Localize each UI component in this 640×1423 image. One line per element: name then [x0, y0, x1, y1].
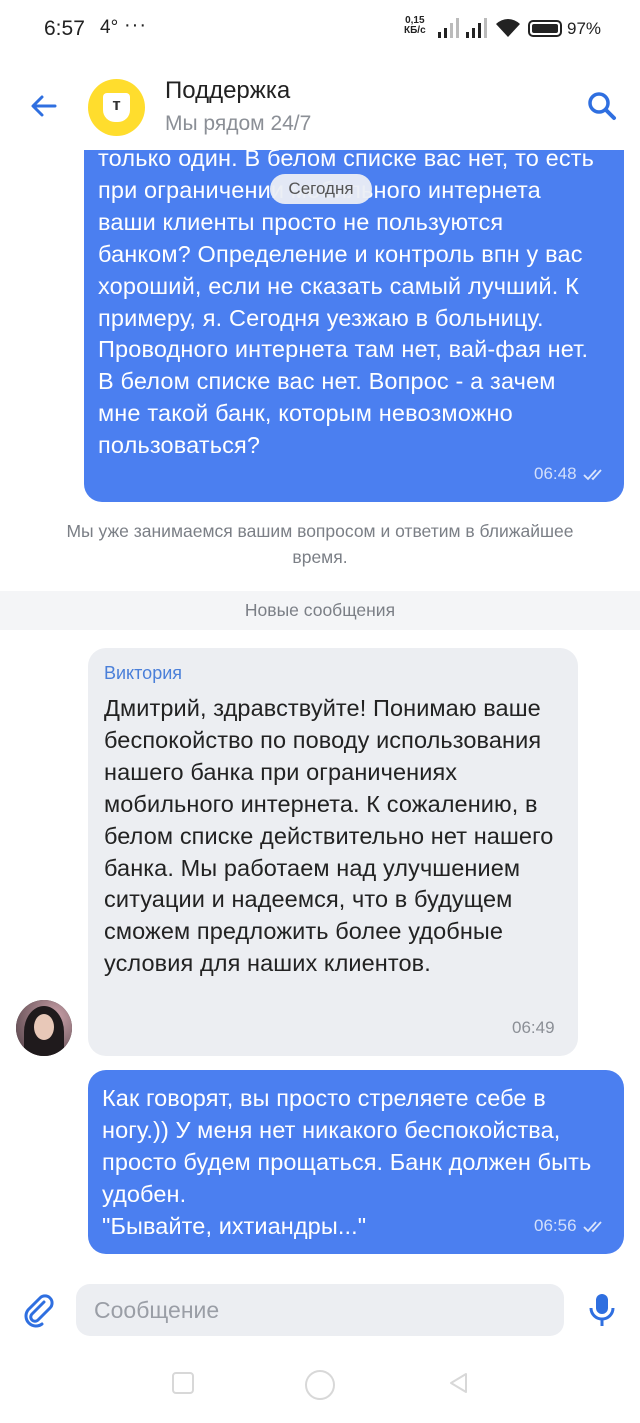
- battery-icon: [528, 20, 562, 37]
- status-bar: 6:57 4° ··· 0,15 КБ/с 97%: [0, 0, 640, 60]
- home-button[interactable]: [305, 1370, 335, 1400]
- message-text: Дмитрий, здравствуйте! Понимаю ваше бесп…: [104, 695, 554, 977]
- back-nav-icon[interactable]: [448, 1372, 468, 1394]
- date-pill: Сегодня: [270, 174, 372, 204]
- system-nav-bar: [0, 1360, 640, 1423]
- message-input[interactable]: [94, 1292, 544, 1328]
- bank-logo-avatar[interactable]: т: [88, 79, 145, 136]
- chat-subtitle: Мы рядом 24/7: [165, 112, 312, 135]
- search-icon[interactable]: [586, 90, 618, 122]
- chat-header: т Поддержка Мы рядом 24/7: [0, 60, 640, 150]
- avatar[interactable]: [16, 1000, 72, 1056]
- double-check-icon: [583, 1220, 602, 1232]
- back-arrow-icon[interactable]: [28, 90, 60, 122]
- message-meta: 06:56: [534, 1216, 607, 1236]
- status-time: 6:57: [44, 17, 85, 40]
- logo-letter: т: [112, 95, 121, 114]
- net-speed-unit: КБ/с: [404, 25, 426, 36]
- wifi-icon: [496, 19, 520, 37]
- signal-icon: [466, 18, 487, 38]
- status-more-indicator: ···: [124, 14, 147, 36]
- system-note: Мы уже занимаемся вашим вопросом и ответ…: [66, 521, 574, 567]
- signal-icon: [438, 18, 459, 38]
- new-messages-separator: Новые сообщения: [0, 591, 640, 630]
- chat-title[interactable]: Поддержка: [165, 77, 290, 105]
- status-temperature: 4°: [100, 17, 119, 38]
- mic-icon[interactable]: [585, 1292, 619, 1328]
- attach-icon[interactable]: [22, 1294, 56, 1328]
- double-check-icon: [583, 468, 602, 480]
- message-time: 06:49: [512, 1018, 555, 1037]
- message-author: Виктория: [104, 663, 183, 683]
- recents-button[interactable]: [172, 1372, 194, 1394]
- avatar-face: [34, 1014, 54, 1040]
- message-time: 06:56: [534, 1216, 577, 1235]
- message-text-content: Как говорят, вы просто стреляете себе в …: [102, 1085, 592, 1239]
- message-bubble-outgoing[interactable]: Как говорят, вы просто стреляете себе в …: [88, 1070, 624, 1254]
- message-time: 06:48: [534, 464, 577, 483]
- message-meta: 06:48: [534, 464, 607, 484]
- message-bubble-incoming[interactable]: Виктория Дмитрий, здравствуйте! Понимаю …: [88, 648, 578, 1056]
- message-composer: [76, 1284, 564, 1336]
- battery-percent: 97%: [567, 19, 602, 38]
- net-speed: 0,15 КБ/с: [404, 16, 426, 36]
